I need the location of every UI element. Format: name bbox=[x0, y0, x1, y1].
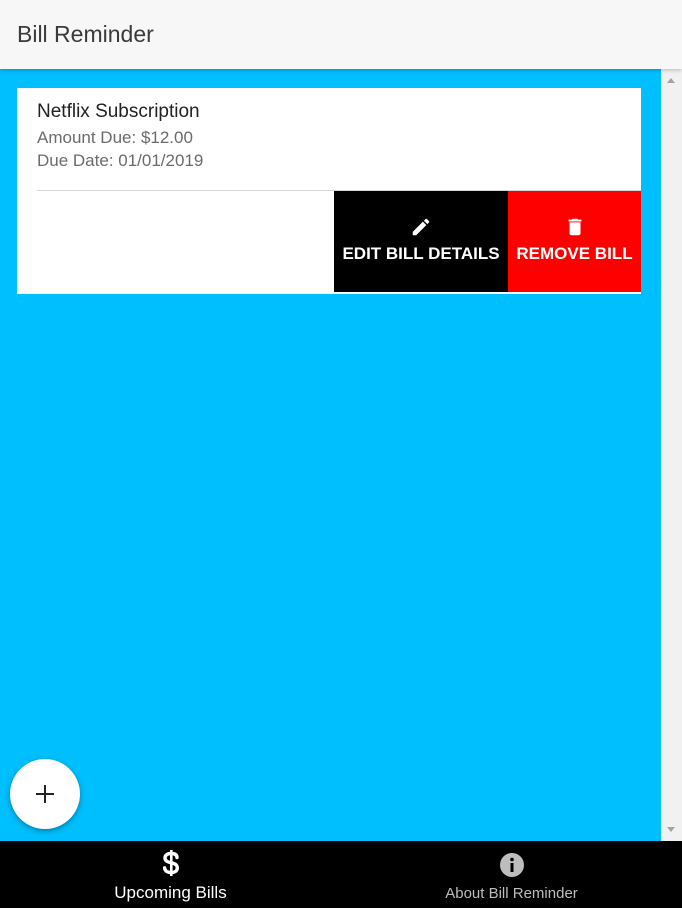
bill-list-area[interactable]: Netflix Subscription Amount Due: $12.00 … bbox=[0, 69, 661, 841]
info-icon bbox=[341, 852, 682, 878]
nav-upcoming-bills[interactable]: Upcoming Bills bbox=[0, 841, 341, 908]
bill-name: Netflix Subscription bbox=[37, 101, 200, 122]
edit-bill-button[interactable]: EDIT BILL DETAILS bbox=[334, 191, 508, 292]
bill-amount: Amount Due: $12.00 bbox=[37, 128, 193, 147]
page-title: Bill Reminder bbox=[17, 21, 154, 47]
scroll-up-arrow-icon[interactable] bbox=[667, 78, 675, 83]
edit-bill-label: EDIT BILL DETAILS bbox=[342, 244, 500, 263]
bill-card[interactable]: Netflix Subscription Amount Due: $12.00 … bbox=[17, 88, 641, 294]
remove-bill-label: REMOVE BILL bbox=[516, 244, 633, 263]
plus-icon bbox=[36, 785, 54, 803]
nav-upcoming-bills-label: Upcoming Bills bbox=[114, 883, 227, 902]
add-bill-button[interactable] bbox=[10, 759, 80, 829]
dollar-icon bbox=[0, 849, 341, 877]
scroll-down-arrow-icon[interactable] bbox=[667, 827, 675, 832]
trash-icon bbox=[508, 216, 641, 240]
nav-about-bill-reminder[interactable]: About Bill Reminder bbox=[341, 841, 682, 908]
app-header: Bill Reminder bbox=[0, 0, 682, 69]
remove-bill-button[interactable]: REMOVE BILL bbox=[508, 191, 641, 292]
pencil-icon bbox=[334, 216, 508, 240]
vertical-scrollbar[interactable] bbox=[661, 69, 682, 841]
app-window: Bill Reminder Netflix Subscription Amoun… bbox=[0, 0, 682, 908]
bill-due-date: Due Date: 01/01/2019 bbox=[37, 151, 204, 170]
bottom-navigation: Upcoming Bills About Bill Reminder bbox=[0, 841, 682, 908]
nav-about-label: About Bill Reminder bbox=[445, 885, 578, 902]
